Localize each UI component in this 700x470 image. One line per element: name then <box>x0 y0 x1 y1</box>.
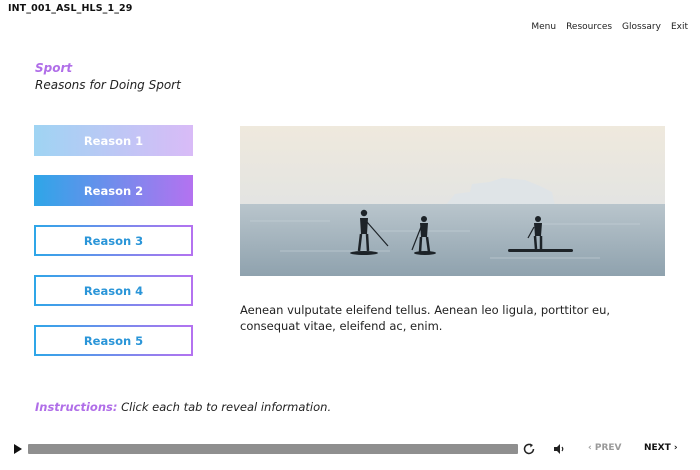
instructions-text: Click each tab to reveal information. <box>121 400 332 414</box>
tab-reason-2[interactable]: Reason 2 <box>34 175 193 206</box>
media-player: ‹ PREV NEXT › <box>0 437 700 461</box>
exit-link[interactable]: Exit <box>671 22 688 32</box>
instructions-label: Instructions: <box>35 400 118 414</box>
course-id: INT_001_ASL_HLS_1_29 <box>8 3 133 14</box>
progress-bar[interactable] <box>28 444 518 454</box>
paddleboard-photo <box>240 126 665 276</box>
content-text: Aenean vulputate eleifend tellus. Aenean… <box>240 303 611 333</box>
top-nav: Menu Resources Glossary Exit <box>531 22 688 32</box>
volume-icon[interactable] <box>552 442 566 456</box>
tab-reason-4[interactable]: Reason 4 <box>34 275 193 306</box>
tab-reason-3[interactable]: Reason 3 <box>34 225 193 256</box>
next-button[interactable]: NEXT › <box>644 443 678 453</box>
glossary-link[interactable]: Glossary <box>622 22 661 32</box>
instructions: Instructions: Click each tab to reveal i… <box>35 400 331 414</box>
section-title: Sport <box>35 61 73 75</box>
menu-link[interactable]: Menu <box>531 22 556 32</box>
prev-button[interactable]: ‹ PREV <box>588 443 621 453</box>
play-icon[interactable] <box>13 443 23 455</box>
tab-reason-1[interactable]: Reason 1 <box>34 125 193 156</box>
page-title: Reasons for Doing Sport <box>35 78 181 92</box>
replay-icon[interactable] <box>522 442 536 456</box>
reason-tabs: Reason 1 Reason 2 Reason 3 Reason 4 Reas… <box>34 125 194 375</box>
tab-reason-5[interactable]: Reason 5 <box>34 325 193 356</box>
resources-link[interactable]: Resources <box>566 22 612 32</box>
